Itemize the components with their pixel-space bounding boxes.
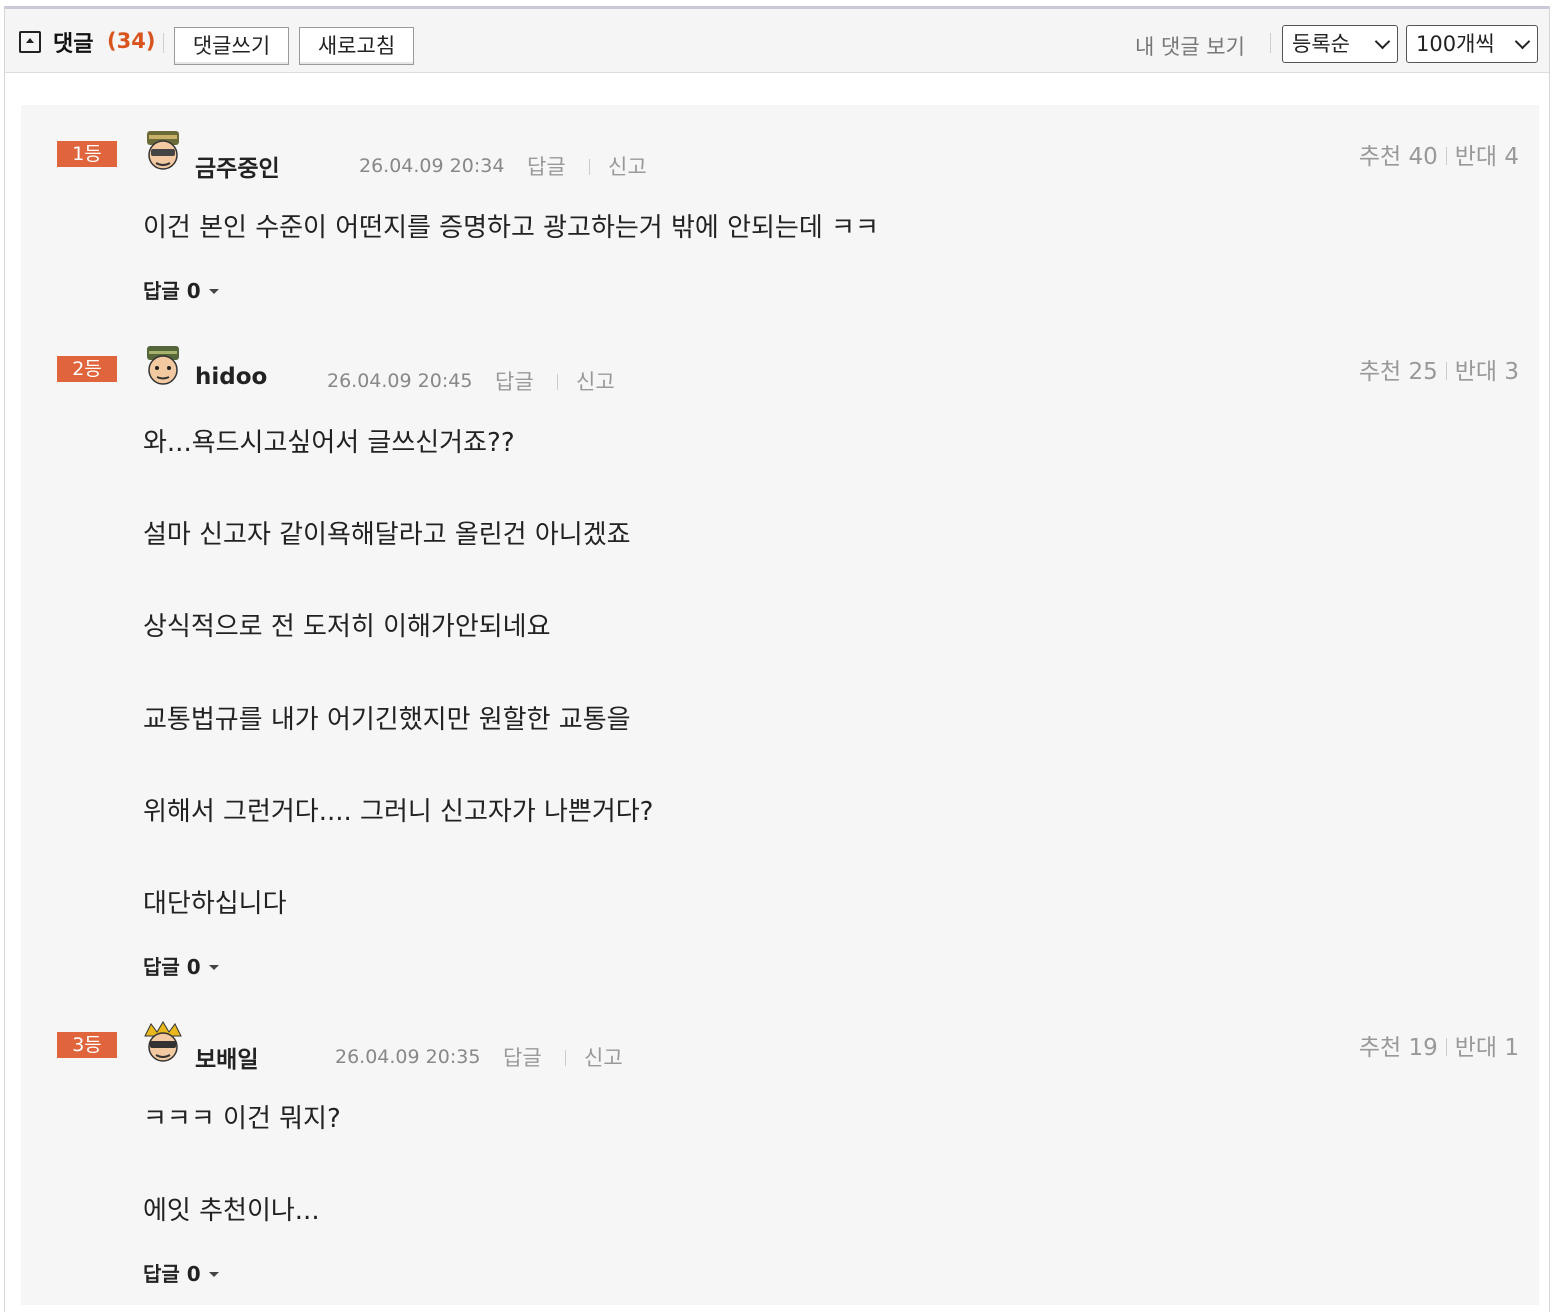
reply-count-label: 답글 0 <box>143 1262 201 1286</box>
oppose-button[interactable]: 반대 4 <box>1455 144 1519 170</box>
comment-section: 댓글 (34) 댓글쓰기 새로고침 내 댓글 보기 등록순 100개씩 1등 금… <box>4 6 1550 1312</box>
comment-text-line: 위해서 그런거다.... 그러니 신고자가 나쁜거다? <box>143 797 654 827</box>
comment-text-line: 와...욕드시고싶어서 글쓰신거죠?? <box>143 428 515 458</box>
per-page-value: 100개씩 <box>1416 32 1495 56</box>
comment-author[interactable]: hidoo <box>195 364 267 390</box>
collapse-toggle-icon[interactable] <box>19 31 41 53</box>
comment-date: 26.04.09 20:34 <box>359 155 505 177</box>
user-avatar[interactable] <box>141 1020 185 1064</box>
report-link[interactable]: 신고 <box>608 151 647 181</box>
divider <box>1270 33 1271 53</box>
my-comments-link[interactable]: 내 댓글 보기 <box>1135 31 1245 61</box>
rank-badge: 1등 <box>57 141 117 167</box>
user-avatar[interactable] <box>141 129 185 173</box>
oppose-button[interactable]: 반대 1 <box>1455 1035 1519 1061</box>
per-page-select[interactable]: 100개씩 <box>1406 25 1538 63</box>
comment-date: 26.04.09 20:45 <box>327 370 473 392</box>
reply-link[interactable]: 답글 <box>495 366 534 396</box>
rank-badge: 3등 <box>57 1032 117 1058</box>
rank-badge: 2등 <box>57 356 117 382</box>
divider <box>1445 362 1447 380</box>
chevron-down-icon <box>1514 33 1531 50</box>
comment-author[interactable]: 금주중인 <box>195 149 280 183</box>
comment-text-line: 대단하십니다 <box>143 889 287 919</box>
comment-text-line: 에잇 추천이나... <box>143 1196 320 1226</box>
reply-count-toggle[interactable]: 답글 0 <box>143 1258 219 1287</box>
oppose-button[interactable]: 반대 3 <box>1455 359 1519 385</box>
comment-count: (34) <box>107 29 156 53</box>
reply-link[interactable]: 답글 <box>503 1042 542 1072</box>
divider <box>565 1050 566 1066</box>
reply-count-label: 답글 0 <box>143 279 201 303</box>
comment-text-line: 설마 신고자 같이욕해달라고 올린건 아니겠죠 <box>143 520 631 550</box>
reply-count-toggle[interactable]: 답글 0 <box>143 951 219 980</box>
caret-down-icon <box>208 965 219 970</box>
divider <box>1445 147 1447 165</box>
vote-box: 추천 19 반대 1 <box>1359 1028 1519 1062</box>
reply-count-toggle[interactable]: 답글 0 <box>143 275 219 304</box>
sort-order-value: 등록순 <box>1292 32 1350 56</box>
vote-box: 추천 25 반대 3 <box>1359 352 1519 386</box>
refresh-button[interactable]: 새로고침 <box>299 27 414 65</box>
comment-text-line: ㅋㅋㅋ 이건 뭐지? <box>143 1104 341 1134</box>
comment-text-line: 교통법규를 내가 어기긴했지만 원할한 교통을 <box>143 705 631 735</box>
divider <box>163 33 164 53</box>
recommend-button[interactable]: 추천 19 <box>1359 1035 1438 1061</box>
divider <box>557 374 558 390</box>
user-avatar[interactable] <box>141 344 185 388</box>
chevron-down-icon <box>1374 33 1391 50</box>
report-link[interactable]: 신고 <box>576 366 615 396</box>
divider <box>1445 1038 1447 1056</box>
comment-text-line: 이건 본인 수준이 어떤지를 증명하고 광고하는거 밖에 안되는데 ㅋㅋ <box>143 213 879 243</box>
write-comment-button[interactable]: 댓글쓰기 <box>174 27 289 65</box>
reply-count-label: 답글 0 <box>143 955 201 979</box>
comment-author[interactable]: 보배일 <box>195 1040 258 1074</box>
caret-down-icon <box>208 289 219 294</box>
caret-down-icon <box>208 1272 219 1277</box>
sort-order-select[interactable]: 등록순 <box>1282 25 1398 63</box>
comment-list: 1등 금주중인 26.04.09 20:34 답글 신고 추천 40 반대 4 이… <box>21 105 1539 1305</box>
comment-toolbar: 댓글 (34) 댓글쓰기 새로고침 내 댓글 보기 등록순 100개씩 <box>5 9 1549 73</box>
report-link[interactable]: 신고 <box>584 1042 623 1072</box>
divider <box>589 159 590 175</box>
reply-link[interactable]: 답글 <box>527 151 566 181</box>
recommend-button[interactable]: 추천 40 <box>1359 144 1438 170</box>
comment-text-line: 상식적으로 전 도저히 이해가안되네요 <box>143 612 551 642</box>
comment-title: 댓글 <box>53 32 94 57</box>
recommend-button[interactable]: 추천 25 <box>1359 359 1438 385</box>
comment-date: 26.04.09 20:35 <box>335 1046 481 1068</box>
vote-box: 추천 40 반대 4 <box>1359 137 1519 171</box>
